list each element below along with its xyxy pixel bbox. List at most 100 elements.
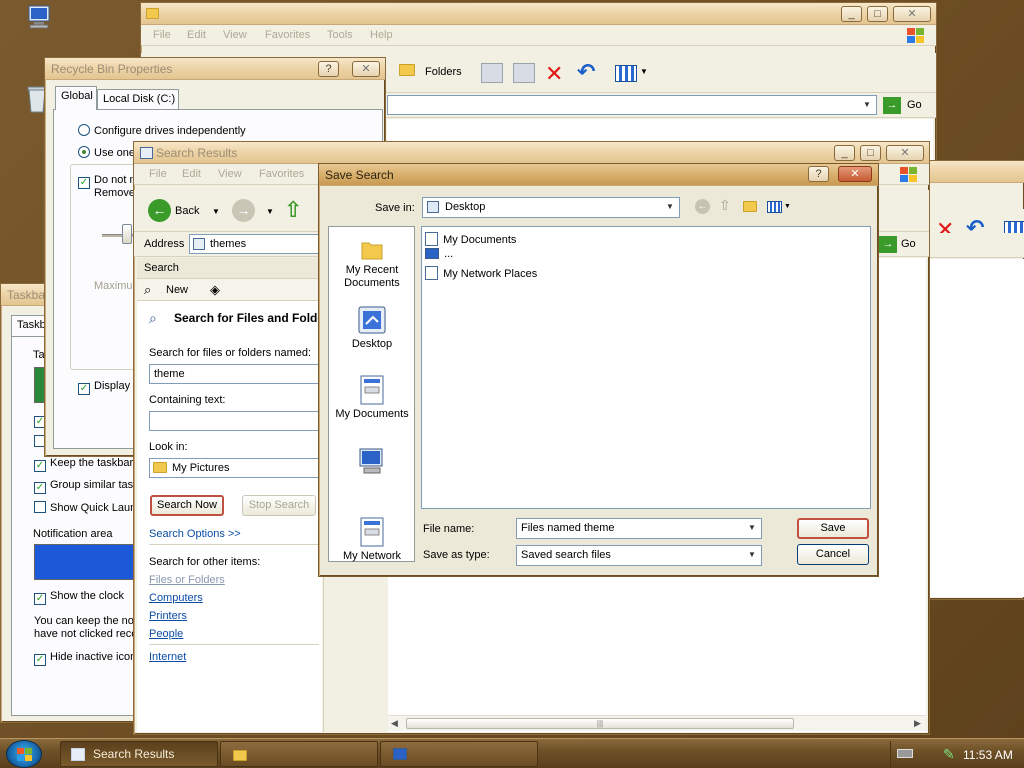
tab-local-disk[interactable]: Local Disk (C:) xyxy=(97,89,179,110)
containing-input[interactable] xyxy=(149,411,321,431)
place-recent-documents[interactable]: My Recent Documents xyxy=(330,237,414,290)
help-button[interactable]: ? xyxy=(808,166,829,182)
maximize-button[interactable]: □ xyxy=(867,6,888,22)
show-clock-option[interactable]: ✓ Show the clock xyxy=(34,590,124,605)
menu-edit[interactable]: Edit xyxy=(187,29,206,41)
keyboard-icon[interactable] xyxy=(897,749,913,758)
menu-favorites[interactable]: Favorites xyxy=(259,168,304,180)
file-item-my-network-places[interactable]: My Network Places xyxy=(425,266,537,280)
forward-dropdown-icon[interactable]: ▼ xyxy=(266,207,274,216)
show-quick-option[interactable]: Show Quick Laun xyxy=(34,501,136,514)
show-clock-checkbox[interactable]: ✓ xyxy=(34,593,46,605)
use-one-radio[interactable] xyxy=(78,146,90,158)
stop-search-button[interactable]: Stop Search xyxy=(242,495,316,516)
help-button[interactable]: ? xyxy=(318,61,339,77)
explorer-back-address-field[interactable]: ▼ xyxy=(387,95,877,115)
keep-taskbar-checkbox[interactable]: ✓ xyxy=(34,460,46,472)
keep-taskbar-option[interactable]: ✓ Keep the taskbar xyxy=(34,457,133,472)
folders-button-label[interactable]: Folders xyxy=(425,66,462,78)
computer-icon[interactable] xyxy=(26,4,54,30)
horizontal-scroll-thumb[interactable]: ||| xyxy=(406,718,794,729)
address-field[interactable]: themes xyxy=(189,234,329,254)
scroll-right-icon[interactable]: ▶ xyxy=(914,718,921,729)
file-item-my-documents[interactable]: My Documents xyxy=(425,232,516,246)
go-label[interactable]: Go xyxy=(907,99,922,111)
close-button[interactable]: ✕ xyxy=(893,6,931,22)
new-search-icon[interactable]: ⌕ xyxy=(144,282,151,298)
view-menu-icon[interactable] xyxy=(767,201,782,213)
filename-input[interactable]: Files named theme ▼ xyxy=(516,518,762,539)
show-quick-checkbox[interactable] xyxy=(34,501,46,513)
taskbar-item-search-results[interactable]: Search Results xyxy=(60,741,218,767)
save-in-select[interactable]: Desktop ▼ xyxy=(422,197,680,218)
new-search-label[interactable]: New xyxy=(166,284,188,296)
back-arrow-icon[interactable]: ← xyxy=(148,199,171,222)
display-dialog-option[interactable]: ✓ Display d xyxy=(78,380,139,395)
group-similar-checkbox[interactable]: ✓ xyxy=(34,482,46,494)
delete-icon[interactable]: ✕ xyxy=(545,61,563,87)
maximize-button[interactable]: □ xyxy=(860,145,881,161)
up-one-level-icon[interactable]: ⇧ xyxy=(719,197,731,214)
taskbar-item-properties[interactable] xyxy=(380,741,538,767)
close-button[interactable]: ✕ xyxy=(838,166,872,182)
computers-link[interactable]: Computers xyxy=(149,592,203,604)
go-label[interactable]: Go xyxy=(901,238,916,250)
place-desktop[interactable]: Desktop xyxy=(330,305,414,351)
search-now-button[interactable]: Search Now xyxy=(150,495,224,516)
internet-link[interactable]: Internet xyxy=(149,651,186,663)
lookin-select[interactable]: My Pictures xyxy=(149,458,321,478)
configure-independently-radio[interactable] xyxy=(78,124,90,136)
back-button-label[interactable]: Back xyxy=(175,205,199,217)
eraser-icon[interactable]: ◈ xyxy=(210,282,220,298)
up-folder-icon[interactable]: ⇧ xyxy=(284,197,302,223)
menu-help[interactable]: Help xyxy=(370,29,393,41)
files-folders-link[interactable]: Files or Folders xyxy=(149,574,225,586)
go-arrow-icon[interactable]: → xyxy=(883,97,901,114)
printers-link[interactable]: Printers xyxy=(149,610,187,622)
start-button[interactable] xyxy=(6,740,42,768)
go-arrow-icon[interactable]: → xyxy=(879,236,897,253)
taskbar-item-explorer[interactable] xyxy=(220,741,378,767)
place-my-network[interactable]: My Network xyxy=(330,517,414,563)
back-dropdown-icon[interactable]: ▼ xyxy=(212,207,220,216)
tab-global[interactable]: Global xyxy=(55,86,97,110)
move-to-icon[interactable] xyxy=(481,63,503,83)
save-button[interactable]: Save xyxy=(797,518,869,539)
menu-edit[interactable]: Edit xyxy=(182,168,201,180)
views-icon[interactable] xyxy=(615,65,637,82)
scroll-left-icon[interactable]: ◀ xyxy=(391,718,398,729)
do-not-move-checkbox[interactable]: ✓ xyxy=(78,177,90,189)
chevron-down-icon[interactable]: ▼ xyxy=(745,521,759,535)
menu-view[interactable]: View xyxy=(223,29,247,41)
clock[interactable]: 11:53 AM xyxy=(963,748,1013,762)
forward-arrow-icon[interactable]: → xyxy=(232,199,255,222)
place-my-documents[interactable]: My Documents xyxy=(330,375,414,421)
folders-icon[interactable] xyxy=(399,64,415,77)
people-link[interactable]: People xyxy=(149,628,183,640)
use-one-setting-option[interactable]: Use one xyxy=(78,146,135,159)
hide-inactive-checkbox[interactable]: ✓ xyxy=(34,654,46,666)
cancel-button[interactable]: Cancel xyxy=(797,544,869,565)
minimize-button[interactable]: _ xyxy=(841,6,862,22)
chevron-down-icon[interactable]: ▼ xyxy=(860,98,874,112)
menu-view[interactable]: View xyxy=(218,168,242,180)
menu-file[interactable]: File xyxy=(149,168,167,180)
chevron-down-icon[interactable]: ▼ xyxy=(745,548,759,562)
menu-favorites[interactable]: Favorites xyxy=(265,29,310,41)
place-my-computer[interactable] xyxy=(330,447,414,478)
view-dropdown-icon[interactable]: ▼ xyxy=(784,203,791,210)
horizontal-scrollbar[interactable]: ◀ ||| ▶ xyxy=(388,715,926,731)
copy-to-icon[interactable] xyxy=(513,63,535,83)
close-button[interactable]: ✕ xyxy=(886,145,924,161)
views-dropdown-icon[interactable]: ▼ xyxy=(640,67,648,76)
named-input[interactable]: theme xyxy=(149,364,321,384)
close-button[interactable]: ✕ xyxy=(352,61,380,77)
size-slider-thumb[interactable] xyxy=(122,224,132,244)
undo-icon[interactable]: ↶ xyxy=(577,59,595,85)
network-tray-icon[interactable]: ✎ xyxy=(943,746,955,763)
file-item-my-computer[interactable]: ... xyxy=(425,248,453,260)
search-options-link[interactable]: Search Options >> xyxy=(149,528,241,540)
menu-tools[interactable]: Tools xyxy=(327,29,353,41)
chevron-down-icon[interactable]: ▼ xyxy=(663,200,677,214)
new-folder-icon[interactable] xyxy=(743,201,757,213)
